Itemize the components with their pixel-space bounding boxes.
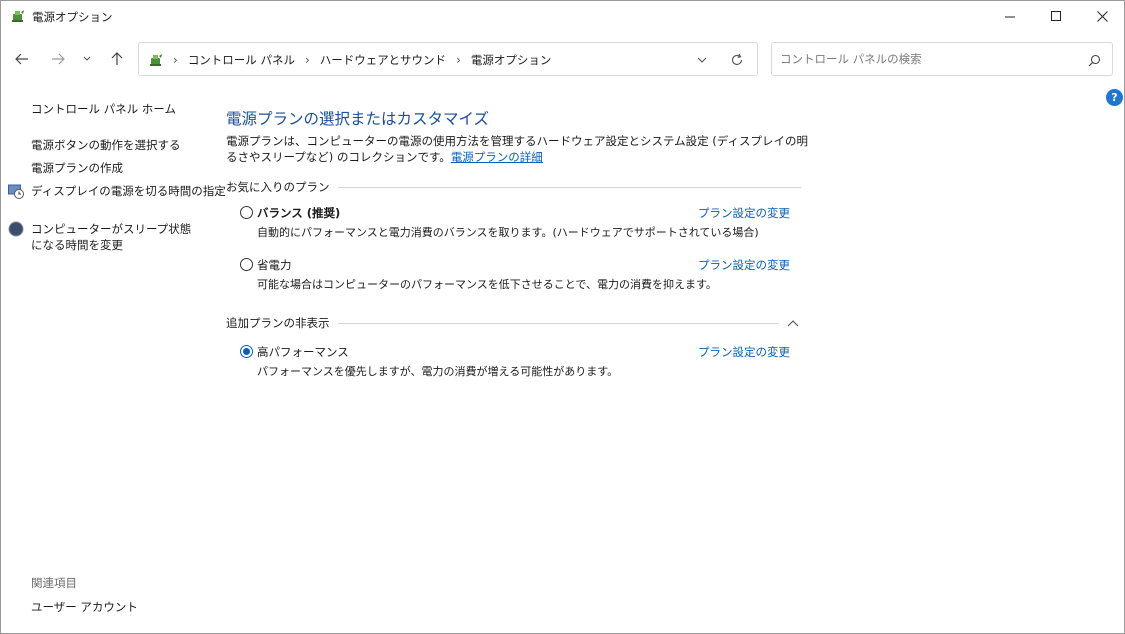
refresh-icon xyxy=(731,53,743,65)
chevron-right-icon[interactable]: › xyxy=(456,53,461,67)
address-bar[interactable]: › コントロール パネル › ハードウェアとサウンド › 電源オプション xyxy=(138,42,758,76)
display-clock-icon xyxy=(8,183,24,199)
section-divider xyxy=(337,322,779,324)
search-icon[interactable] xyxy=(1086,52,1102,68)
plan-name[interactable]: 省電力 xyxy=(257,257,292,273)
recent-locations-button[interactable] xyxy=(77,46,97,72)
power-options-icon xyxy=(148,52,164,68)
control-panel-home-link[interactable]: コントロール パネル ホーム xyxy=(31,101,176,117)
forward-button[interactable] xyxy=(45,46,71,72)
plan-radio[interactable] xyxy=(240,258,253,271)
user-accounts-link[interactable]: ユーザー アカウント xyxy=(31,599,138,615)
sidebar-item-power-button[interactable]: 電源ボタンの動作を選択する xyxy=(31,137,181,153)
plan-description: 可能な場合はコンピューターのパフォーマンスを低下させることで、電力の消費を抑えま… xyxy=(257,278,717,291)
help-icon[interactable]: ? xyxy=(1106,89,1123,106)
sidebar-item-sleep[interactable]: コンピューターがスリープ状態になる時間を変更 xyxy=(31,221,196,253)
arrow-right-icon xyxy=(52,53,65,65)
breadcrumb-item[interactable]: 電源オプション xyxy=(471,52,552,68)
close-button[interactable] xyxy=(1079,1,1125,32)
sidebar-item-display-off[interactable]: ディスプレイの電源を切る時間の指定 xyxy=(31,183,226,199)
breadcrumb-item[interactable]: コントロール パネル xyxy=(188,52,295,68)
change-plan-settings-link[interactable]: プラン設定の変更 xyxy=(698,257,790,273)
arrow-left-icon xyxy=(15,53,28,65)
search-box[interactable] xyxy=(771,42,1113,76)
plan-description: 自動的にパフォーマンスと電力消費のバランスを取ります。(ハードウェアでサポートさ… xyxy=(257,226,759,239)
minimize-button[interactable] xyxy=(987,1,1033,32)
plan-details-link[interactable]: 電源プランの詳細 xyxy=(451,150,543,164)
favorites-heading: お気に入りのプラン xyxy=(226,180,330,194)
plan-radio[interactable] xyxy=(240,206,253,219)
maximize-button[interactable] xyxy=(1033,1,1079,32)
search-input[interactable] xyxy=(780,50,1070,68)
favorites-section-header: お気に入りのプラン xyxy=(226,179,801,195)
chevron-down-icon xyxy=(697,57,707,63)
refresh-button[interactable] xyxy=(729,52,745,68)
plan-name[interactable]: バランス (推奨) xyxy=(257,205,340,221)
chevron-down-icon xyxy=(83,56,91,61)
change-plan-settings-link[interactable]: プラン設定の変更 xyxy=(698,205,790,221)
chevron-right-icon[interactable]: › xyxy=(305,53,310,67)
change-plan-settings-link[interactable]: プラン設定の変更 xyxy=(698,344,790,360)
additional-plans-section-header[interactable]: 追加プランの非表示 xyxy=(226,315,801,331)
breadcrumb: › コントロール パネル › ハードウェアとサウンド › 電源オプション xyxy=(169,52,557,68)
sidebar-item-create-plan[interactable]: 電源プランの作成 xyxy=(31,160,123,176)
navigation-bar: › コントロール パネル › ハードウェアとサウンド › 電源オプション xyxy=(1,39,1124,79)
title-bar: 電源オプション xyxy=(1,1,1124,33)
page-description: 電源プランは、コンピューターの電源の使用方法を管理するハードウェア設定とシステム… xyxy=(226,133,816,165)
plan-description: パフォーマンスを優先しますが、電力の消費が増える可能性があります。 xyxy=(257,365,619,378)
chevron-up-icon[interactable] xyxy=(785,317,801,329)
up-button[interactable] xyxy=(104,46,130,72)
window-title: 電源オプション xyxy=(32,10,113,24)
address-dropdown-button[interactable] xyxy=(694,52,710,68)
related-heading: 関連項目 xyxy=(31,576,77,590)
plan-radio[interactable] xyxy=(240,345,253,358)
plan-name[interactable]: 高パフォーマンス xyxy=(257,344,349,360)
power-options-icon xyxy=(10,8,26,24)
control-panel-window: 電源オプション › コントロール パネル › ハードウェアとサウンド › 電源オ… xyxy=(0,0,1125,634)
section-divider xyxy=(337,186,801,188)
breadcrumb-item[interactable]: ハードウェアとサウンド xyxy=(320,52,446,68)
moon-icon xyxy=(8,221,24,237)
back-button[interactable] xyxy=(9,46,35,72)
page-title: 電源プランの選択またはカスタマイズ xyxy=(226,110,490,128)
chevron-right-icon: › xyxy=(173,53,178,67)
arrow-up-icon xyxy=(111,52,123,65)
additional-plans-heading[interactable]: 追加プランの非表示 xyxy=(226,315,330,331)
